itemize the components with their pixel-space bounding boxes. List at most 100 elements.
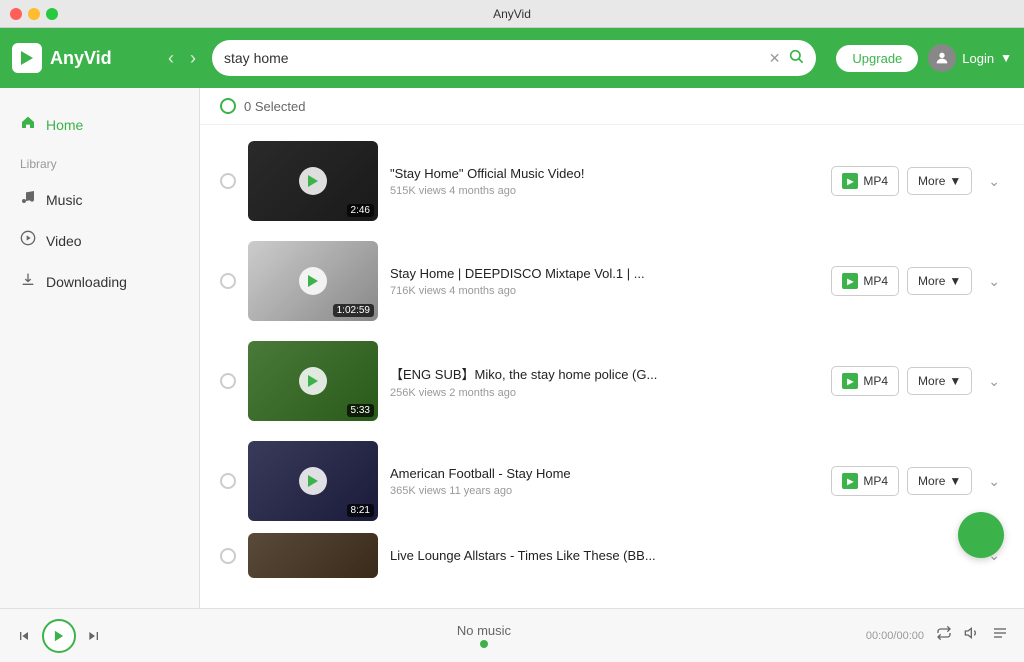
chevron-down-icon: ▼ — [949, 274, 961, 288]
select-all-circle[interactable] — [220, 98, 236, 114]
row-checkbox[interactable] — [220, 173, 236, 189]
result-meta: 365K views 11 years ago — [390, 485, 819, 497]
result-title: Stay Home | DEEPDISCO Mixtape Vol.1 | ..… — [390, 266, 670, 281]
sidebar: Home Library Music Video Downloading — [0, 88, 200, 608]
mp4-label: MP4 — [863, 474, 888, 488]
result-info: Stay Home | DEEPDISCO Mixtape Vol.1 | ..… — [390, 266, 819, 297]
more-label: More — [918, 174, 945, 188]
mp4-button[interactable]: ▶ MP4 — [831, 266, 899, 296]
chevron-down-icon: ▼ — [949, 474, 961, 488]
row-checkbox[interactable] — [220, 473, 236, 489]
bottom-player: No music 00:00/00:00 — [0, 608, 1024, 662]
search-icon[interactable] — [788, 48, 804, 69]
play-button[interactable] — [42, 619, 76, 653]
result-title: 【ENG SUB】Miko, the stay home police (G..… — [390, 364, 670, 383]
progress-dot — [480, 640, 488, 648]
download-icon — [20, 271, 36, 292]
chevron-down-icon: ▼ — [949, 374, 961, 388]
row-checkbox[interactable] — [220, 273, 236, 289]
mp4-button[interactable]: ▶ MP4 — [831, 366, 899, 396]
more-button[interactable]: More ▼ — [907, 367, 972, 395]
mp4-button[interactable]: ▶ MP4 — [831, 166, 899, 196]
result-meta: 256K views 2 months ago — [390, 387, 819, 399]
sidebar-item-music[interactable]: Music — [0, 179, 199, 220]
prev-button[interactable] — [16, 628, 32, 644]
login-area[interactable]: Login ▼ — [928, 44, 1012, 72]
nav-arrows: ‹ › — [162, 46, 202, 71]
results-list: 2:46 "Stay Home" Official Music Video! 5… — [200, 125, 1024, 608]
row-checkbox[interactable] — [220, 373, 236, 389]
thumbnail: 8:21 — [248, 441, 378, 521]
back-button[interactable]: ‹ — [162, 46, 180, 71]
expand-button[interactable]: ⌄ — [984, 469, 1004, 494]
mp4-label: MP4 — [863, 374, 888, 388]
forward-button[interactable]: › — [184, 46, 202, 71]
result-meta: 515K views 4 months ago — [390, 185, 819, 197]
title-bar: AnyVid — [0, 0, 1024, 28]
repeat-button[interactable] — [936, 625, 952, 646]
result-title: American Football - Stay Home — [390, 466, 670, 481]
result-actions: ▶ MP4 More ▼ — [831, 466, 972, 496]
mp4-icon: ▶ — [842, 273, 858, 289]
download-fab[interactable] — [958, 512, 1004, 558]
more-label: More — [918, 274, 945, 288]
player-controls — [16, 619, 102, 653]
play-overlay[interactable] — [299, 167, 327, 195]
thumbnail: 5:33 — [248, 341, 378, 421]
next-button[interactable] — [86, 628, 102, 644]
maximize-button[interactable] — [46, 8, 58, 20]
more-button[interactable]: More ▼ — [907, 267, 972, 295]
music-label: Music — [46, 192, 83, 208]
result-info: American Football - Stay Home 365K views… — [390, 466, 819, 497]
expand-button[interactable]: ⌄ — [984, 369, 1004, 394]
play-overlay[interactable] — [299, 267, 327, 295]
result-title: Live Lounge Allstars - Times Like These … — [390, 548, 670, 563]
mp4-icon: ▶ — [842, 473, 858, 489]
upgrade-button[interactable]: Upgrade — [836, 45, 918, 72]
play-overlay[interactable] — [299, 367, 327, 395]
home-icon — [20, 114, 36, 135]
result-info: 【ENG SUB】Miko, the stay home police (G..… — [390, 364, 819, 399]
duration-badge: 1:02:59 — [333, 304, 374, 317]
player-time: 00:00/00:00 — [866, 630, 924, 642]
expand-button[interactable]: ⌄ — [984, 269, 1004, 294]
window-controls[interactable] — [10, 8, 58, 20]
result-actions: ▶ MP4 More ▼ — [831, 266, 972, 296]
minimize-button[interactable] — [28, 8, 40, 20]
row-checkbox[interactable] — [220, 548, 236, 564]
more-button[interactable]: More ▼ — [907, 467, 972, 495]
result-title: "Stay Home" Official Music Video! — [390, 166, 670, 181]
more-label: More — [918, 374, 945, 388]
close-button[interactable] — [10, 8, 22, 20]
app-title: AnyVid — [493, 7, 531, 21]
result-info: Live Lounge Allstars - Times Like These … — [390, 548, 972, 563]
thumbnail: 1:02:59 — [248, 241, 378, 321]
expand-button[interactable]: ⌄ — [984, 169, 1004, 194]
login-label: Login — [962, 51, 994, 66]
result-actions: ▶ MP4 More ▼ — [831, 366, 972, 396]
mp4-button[interactable]: ▶ MP4 — [831, 466, 899, 496]
playlist-button[interactable] — [992, 625, 1008, 646]
video-label: Video — [46, 233, 82, 249]
mp4-icon: ▶ — [842, 173, 858, 189]
more-button[interactable]: More ▼ — [907, 167, 972, 195]
clear-icon[interactable]: ✕ — [769, 50, 781, 67]
search-input[interactable] — [224, 50, 761, 66]
table-row: 1:02:59 Stay Home | DEEPDISCO Mixtape Vo… — [212, 233, 1012, 329]
sidebar-item-home[interactable]: Home — [0, 104, 199, 145]
play-overlay[interactable] — [299, 467, 327, 495]
table-row: 5:33 【ENG SUB】Miko, the stay home police… — [212, 333, 1012, 429]
volume-button[interactable] — [964, 625, 980, 646]
header-right: Upgrade Login ▼ — [836, 44, 1012, 72]
table-row: Live Lounge Allstars - Times Like These … — [212, 533, 1012, 578]
sidebar-item-downloading[interactable]: Downloading — [0, 261, 199, 302]
table-row: 2:46 "Stay Home" Official Music Video! 5… — [212, 133, 1012, 229]
library-label: Library — [0, 149, 199, 179]
no-music-text: No music — [457, 623, 511, 638]
mp4-icon: ▶ — [842, 373, 858, 389]
music-icon — [20, 189, 36, 210]
more-label: More — [918, 474, 945, 488]
duration-badge: 2:46 — [347, 204, 374, 217]
duration-badge: 8:21 — [347, 504, 374, 517]
sidebar-item-video[interactable]: Video — [0, 220, 199, 261]
